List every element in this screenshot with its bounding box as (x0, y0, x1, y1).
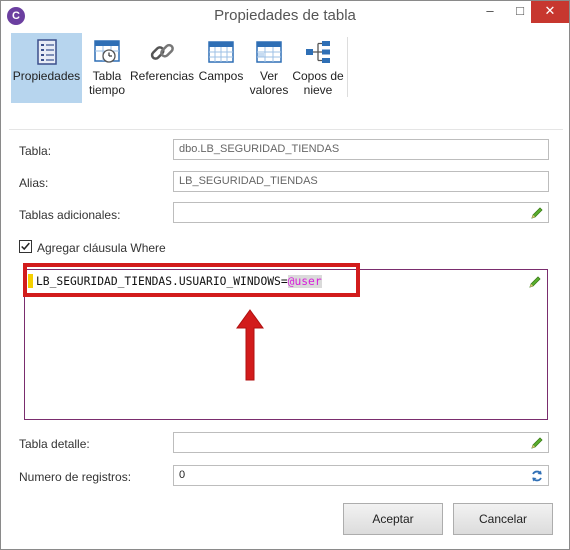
properties-icon (36, 39, 57, 65)
numero-registros-field[interactable]: 0 (173, 465, 549, 486)
chain-link-icon (150, 43, 174, 60)
edit-pencil-icon[interactable] (530, 436, 544, 450)
toolbar-separator (347, 37, 348, 97)
edit-pencil-icon[interactable] (528, 275, 542, 289)
numero-registros-value: 0 (179, 469, 186, 481)
alias-value: LB_SEGURIDAD_TIENDAS (179, 175, 318, 187)
tabla-value: dbo.LB_SEGURIDAD_TIENDAS (179, 143, 340, 155)
toolbar: Propiedades Tabla tiempo Referencias Cam… (9, 31, 561, 103)
grid-icon (208, 41, 234, 63)
tabla-detalle-label: Tabla detalle: (19, 437, 90, 451)
minimize-button[interactable]: – (475, 1, 505, 23)
refresh-icon[interactable] (530, 469, 544, 483)
tool-campos-label: Campos (198, 69, 244, 83)
calendar-clock-icon (94, 40, 120, 63)
tool-tabla-tiempo-label: Tabla tiempo (88, 69, 126, 97)
alias-field[interactable]: LB_SEGURIDAD_TIENDAS (173, 171, 549, 192)
edit-pencil-icon[interactable] (530, 206, 544, 220)
tool-campos[interactable]: Campos (197, 33, 245, 103)
dialog-window: C Propiedades de tabla – □ ✕ Propiedades (0, 0, 570, 550)
numero-registros-label: Numero de registros: (19, 470, 132, 484)
cancel-button[interactable]: Cancelar (453, 503, 553, 535)
panel-divider (9, 129, 563, 130)
title-bar: C Propiedades de tabla – □ ✕ (1, 1, 569, 31)
tablas-adicionales-field[interactable] (173, 202, 549, 223)
tool-copos-de-nieve[interactable]: Copos de nieve (292, 33, 344, 103)
where-checkbox[interactable] (19, 240, 32, 253)
alias-label: Alias: (19, 176, 49, 190)
tool-propiedades[interactable]: Propiedades (11, 33, 82, 103)
annotation-highlight-box (23, 263, 360, 297)
tabla-label: Tabla: (19, 144, 52, 158)
tool-propiedades-label: Propiedades (12, 69, 81, 83)
tabla-detalle-field[interactable] (173, 432, 549, 453)
tool-ver-valores[interactable]: Ver valores (247, 33, 291, 103)
where-checkbox-label: Agregar cláusula Where (37, 241, 166, 255)
snowflake-hierarchy-icon (306, 41, 330, 63)
table-values-icon (256, 41, 282, 63)
tabla-field[interactable]: dbo.LB_SEGURIDAD_TIENDAS (173, 139, 549, 160)
close-button[interactable]: ✕ (531, 1, 569, 23)
tool-copos-de-nieve-label: Copos de nieve (292, 69, 344, 97)
checkmark-icon (21, 242, 30, 251)
tool-referencias[interactable]: Referencias (130, 33, 194, 103)
accept-button[interactable]: Aceptar (343, 503, 443, 535)
tablas-adicionales-label: Tablas adicionales: (19, 208, 121, 222)
tool-ver-valores-label: Ver valores (249, 69, 289, 97)
annotation-arrow-icon (236, 309, 264, 381)
tool-tabla-tiempo[interactable]: Tabla tiempo (85, 33, 129, 103)
tool-referencias-label: Referencias (130, 69, 195, 83)
